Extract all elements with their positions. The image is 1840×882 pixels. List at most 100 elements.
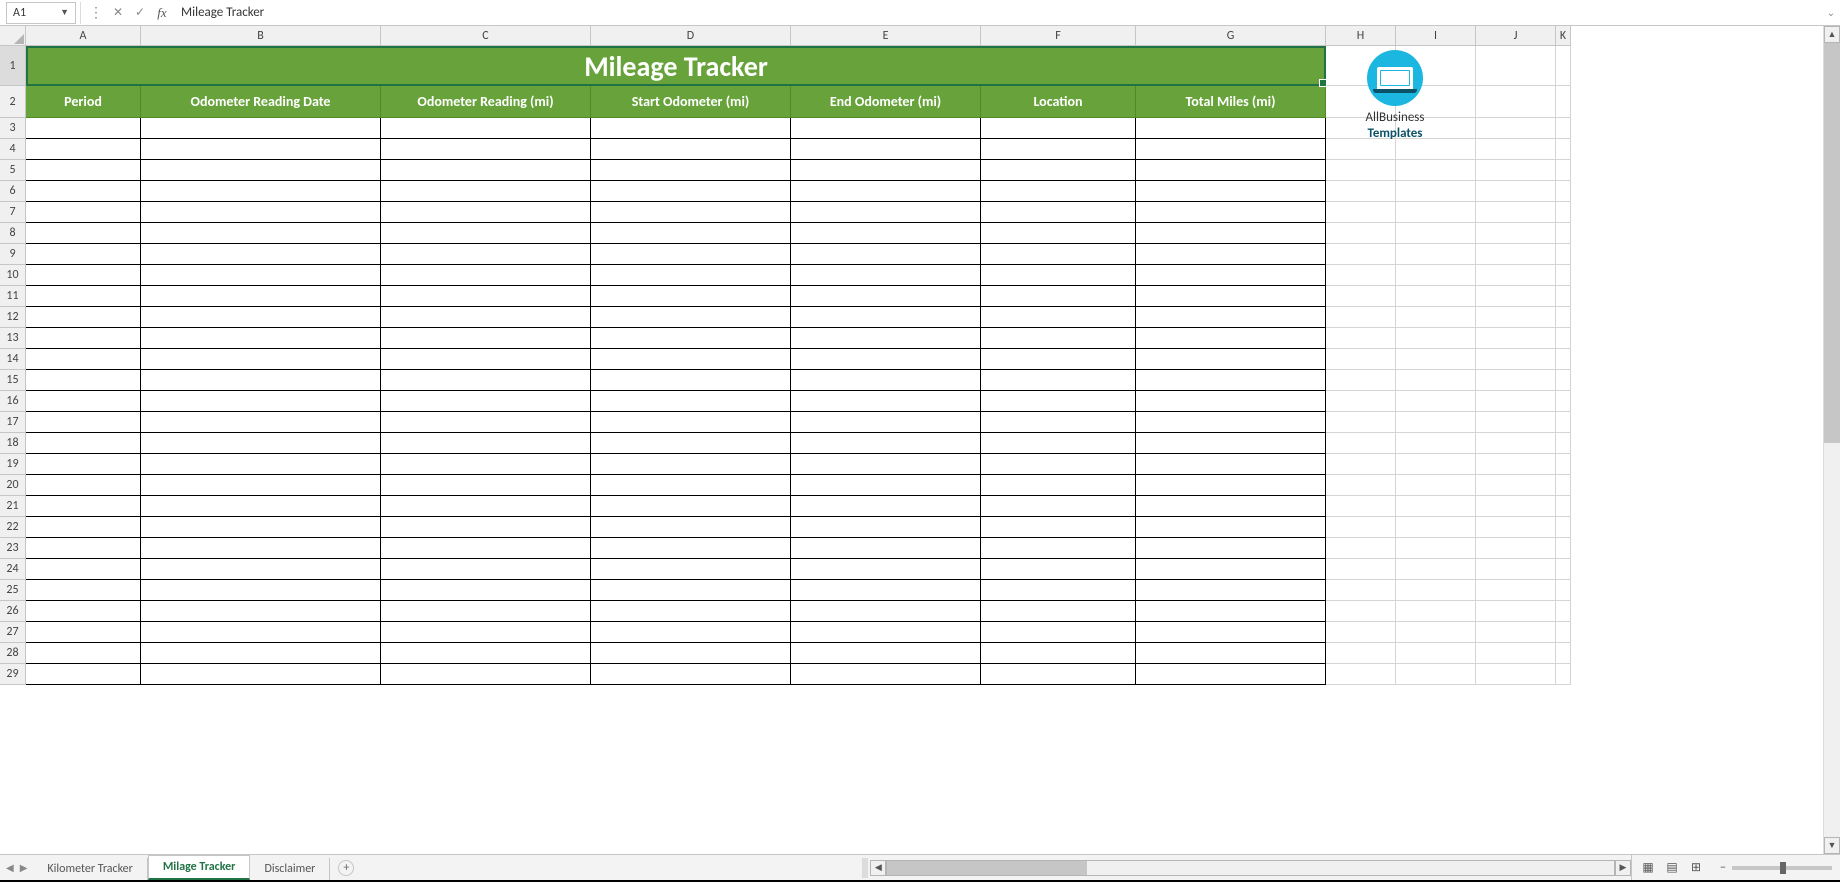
row-header-27[interactable]: 27 (0, 622, 26, 643)
cell[interactable] (981, 307, 1136, 328)
expand-formula-icon[interactable]: ⌄ (1822, 2, 1840, 24)
cell[interactable] (26, 622, 141, 643)
cell[interactable] (141, 349, 381, 370)
cell[interactable] (1326, 559, 1396, 580)
zoom-out-button[interactable]: − (1720, 861, 1726, 875)
cell[interactable] (1326, 622, 1396, 643)
cell[interactable] (1136, 118, 1326, 139)
cell[interactable] (26, 223, 141, 244)
col-header-F[interactable]: F (981, 26, 1136, 46)
cell[interactable] (1556, 622, 1571, 643)
column-header[interactable]: Total Miles (mi) (1136, 86, 1326, 118)
cell[interactable] (791, 412, 981, 433)
cell[interactable] (1476, 223, 1556, 244)
cell[interactable] (791, 496, 981, 517)
cell[interactable] (791, 139, 981, 160)
cell[interactable] (981, 454, 1136, 475)
cell[interactable] (1476, 202, 1556, 223)
cell[interactable] (981, 160, 1136, 181)
cell[interactable] (26, 580, 141, 601)
cell[interactable] (591, 202, 791, 223)
cell[interactable] (1556, 307, 1571, 328)
cell[interactable] (1476, 601, 1556, 622)
cell[interactable] (1136, 265, 1326, 286)
cell[interactable] (26, 181, 141, 202)
cell[interactable] (381, 664, 591, 685)
row-header-15[interactable]: 15 (0, 370, 26, 391)
cell[interactable] (591, 538, 791, 559)
cell[interactable] (1396, 307, 1476, 328)
cell[interactable] (981, 223, 1136, 244)
cell[interactable] (1396, 160, 1476, 181)
row-header-3[interactable]: 3 (0, 118, 26, 139)
chevron-down-icon[interactable]: ▼ (60, 7, 69, 18)
cell[interactable] (1476, 139, 1556, 160)
cell[interactable] (1556, 559, 1571, 580)
cell[interactable] (1326, 265, 1396, 286)
page-break-icon[interactable]: ⊞ (1684, 858, 1708, 878)
cell[interactable] (141, 559, 381, 580)
cell[interactable] (381, 517, 591, 538)
cell[interactable] (1326, 328, 1396, 349)
cell[interactable] (26, 643, 141, 664)
row-header-21[interactable]: 21 (0, 496, 26, 517)
cell[interactable] (1396, 454, 1476, 475)
cell[interactable] (1476, 412, 1556, 433)
cell[interactable] (1396, 223, 1476, 244)
cell[interactable] (981, 265, 1136, 286)
cell[interactable] (1136, 580, 1326, 601)
cell[interactable] (1476, 118, 1556, 139)
cell[interactable] (981, 370, 1136, 391)
cell[interactable] (981, 139, 1136, 160)
cell[interactable] (981, 244, 1136, 265)
cell[interactable] (1326, 349, 1396, 370)
cell[interactable] (791, 622, 981, 643)
cell[interactable] (26, 664, 141, 685)
cell[interactable] (1326, 412, 1396, 433)
cell[interactable] (1396, 412, 1476, 433)
cell[interactable] (1396, 265, 1476, 286)
cell[interactable] (381, 433, 591, 454)
cell[interactable] (1326, 475, 1396, 496)
cell[interactable] (1476, 307, 1556, 328)
cell[interactable] (981, 181, 1136, 202)
cell[interactable] (381, 601, 591, 622)
cell[interactable] (591, 454, 791, 475)
cell[interactable] (141, 433, 381, 454)
cell[interactable] (381, 349, 591, 370)
row-header-7[interactable]: 7 (0, 202, 26, 223)
cell[interactable] (591, 139, 791, 160)
cell[interactable] (1556, 46, 1571, 86)
tab-next-icon[interactable]: ▶ (20, 861, 28, 874)
row-header-26[interactable]: 26 (0, 601, 26, 622)
add-sheet-button[interactable]: + (338, 860, 354, 876)
cell[interactable] (1476, 475, 1556, 496)
col-header-G[interactable]: G (1136, 26, 1326, 46)
cell[interactable] (1476, 86, 1556, 118)
cell[interactable] (1396, 601, 1476, 622)
cell[interactable] (1396, 622, 1476, 643)
cell[interactable] (381, 370, 591, 391)
cell[interactable] (791, 643, 981, 664)
cell[interactable] (981, 433, 1136, 454)
cell[interactable] (591, 391, 791, 412)
cell[interactable] (1556, 643, 1571, 664)
cell[interactable] (1326, 664, 1396, 685)
cell[interactable] (141, 496, 381, 517)
cell[interactable] (791, 223, 981, 244)
cell[interactable] (591, 433, 791, 454)
cell[interactable] (141, 664, 381, 685)
cell[interactable] (591, 475, 791, 496)
cell[interactable] (1326, 202, 1396, 223)
row-header-9[interactable]: 9 (0, 244, 26, 265)
cell[interactable] (1476, 622, 1556, 643)
cell[interactable] (1556, 328, 1571, 349)
cell[interactable] (1476, 370, 1556, 391)
cell[interactable] (1136, 139, 1326, 160)
cell[interactable] (1556, 454, 1571, 475)
cell[interactable] (591, 622, 791, 643)
cell[interactable] (1136, 328, 1326, 349)
cell[interactable] (981, 391, 1136, 412)
sheet-title[interactable]: Mileage Tracker (26, 46, 1326, 86)
row-header-8[interactable]: 8 (0, 223, 26, 244)
